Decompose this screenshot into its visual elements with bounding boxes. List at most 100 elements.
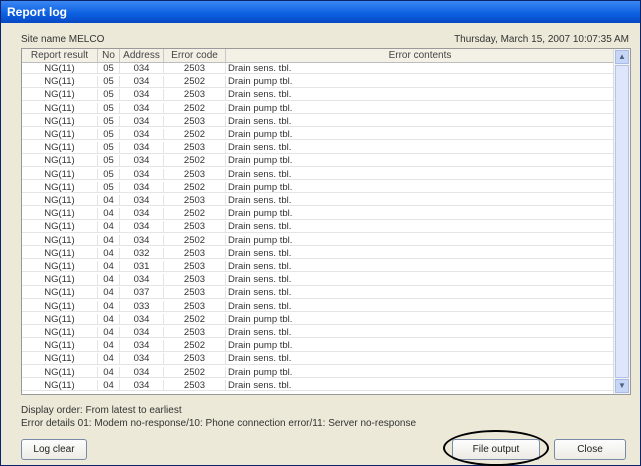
table-row[interactable]: NG(11) 04 034 2503 Drain sens. tbl. [22, 353, 614, 365]
table-row[interactable]: NG(11) 04 034 2503 Drain sens. tbl. [22, 274, 614, 286]
cell-error-contents: Drain pump tbl. [228, 313, 293, 325]
table-row[interactable]: NG(11) 05 034 2502 Drain pump tbl. [22, 155, 614, 167]
title-bar: Report log [1, 1, 640, 23]
chevron-up-icon[interactable]: ▲ [615, 50, 629, 64]
cell-no: 05 [98, 102, 120, 114]
cell-no: 05 [98, 76, 120, 88]
cell-address: 034 [120, 168, 164, 180]
cell-address: 034 [120, 195, 164, 206]
cell-error-code: 2502 [164, 76, 226, 88]
close-button[interactable]: Close [554, 439, 626, 460]
table-row[interactable]: NG(11) 05 034 2502 Drain pump tbl. [22, 129, 614, 141]
cell-no: 05 [98, 129, 120, 140]
cell-address: 034 [120, 313, 164, 325]
cell-error-contents: Drain sens. tbl. [228, 327, 292, 338]
table-row[interactable]: NG(11) 05 034 2503 Drain sens. tbl. [22, 115, 614, 128]
cell-report-result: NG(11) [22, 274, 98, 286]
cell-error-contents: Drain sens. tbl. [228, 221, 292, 233]
cell-no: 04 [98, 340, 120, 352]
table-row[interactable]: NG(11) 04 033 2503 Drain sens. tbl. [22, 300, 614, 312]
report-datetime: Thursday, March 15, 2007 10:07:35 AM [454, 34, 629, 45]
cell-report-result: NG(11) [22, 234, 98, 246]
cell-report-result: NG(11) [22, 76, 98, 88]
cell-no: 04 [98, 353, 120, 365]
cell-error-code: 2503 [164, 247, 226, 259]
table-body: NG(11) 05 034 2503 Drain sens. tbl. NG(11) 05 0… [22, 63, 614, 394]
table-row[interactable]: NG(11) 04 034 2502 Drain pump tbl. [22, 208, 614, 220]
cell-error-contents: Drain pump tbl. [228, 366, 293, 378]
cell-error-code: 2503 [164, 300, 226, 312]
table-row[interactable]: NG(11) 04 034 2503 Drain sens. tbl. [22, 221, 614, 233]
cell-error-code: 2502 [164, 129, 226, 140]
report-log-table[interactable]: Report result No Address Error code Erro… [21, 48, 631, 395]
scroll-thumb[interactable] [615, 65, 629, 378]
table-header: Report result No Address Error code Erro… [22, 49, 614, 63]
table-row[interactable]: NG(11) 05 034 2503 Drain sens. tbl. [22, 89, 614, 101]
cell-no: 04 [98, 287, 120, 299]
column-header-no: No [98, 49, 120, 62]
cell-report-result: NG(11) [22, 327, 98, 338]
table-row[interactable]: NG(11) 04 034 2502 Drain pump tbl. [22, 234, 614, 246]
cell-report-result: NG(11) [22, 261, 98, 272]
vertical-scrollbar[interactable]: ▲ ▼ [613, 49, 630, 394]
cell-error-code: 2502 [164, 208, 226, 220]
cell-report-result: NG(11) [22, 287, 98, 299]
window-title: Report log [7, 5, 67, 19]
cell-address: 034 [120, 142, 164, 154]
cell-error-contents: Drain sens. tbl. [228, 300, 292, 312]
cell-report-result: NG(11) [22, 208, 98, 220]
cell-error-contents: Drain sens. tbl. [228, 195, 292, 206]
cell-no: 05 [98, 115, 120, 127]
table-row[interactable]: NG(11) 04 034 2503 Drain sens. tbl. [22, 327, 614, 339]
cell-report-result: NG(11) [22, 129, 98, 140]
table-row[interactable]: NG(11) 05 034 2502 Drain pump tbl. [22, 76, 614, 88]
table-row[interactable]: NG(11) 04 034 2502 Drain pump tbl. [22, 340, 614, 352]
cell-error-contents: Drain pump tbl. [228, 129, 293, 140]
cell-report-result: NG(11) [22, 366, 98, 378]
table-row[interactable]: NG(11) 05 034 2502 Drain pump tbl. [22, 102, 614, 114]
column-header-error-code: Error code [164, 49, 226, 62]
table-row[interactable]: NG(11) 05 034 2503 Drain sens. tbl. [22, 63, 614, 75]
cell-no: 04 [98, 300, 120, 312]
cell-no: 04 [98, 274, 120, 286]
cell-no: 05 [98, 89, 120, 101]
cell-error-contents: Drain sens. tbl. [228, 353, 292, 365]
table-row[interactable]: NG(11) 05 034 2503 Drain sens. tbl. [22, 168, 614, 180]
cell-error-contents: Drain pump tbl. [228, 340, 293, 352]
cell-error-contents: Drain sens. tbl. [228, 89, 292, 101]
table-row[interactable]: NG(11) 04 031 2503 Drain sens. tbl. [22, 261, 614, 273]
highlight-annotation [443, 430, 549, 466]
cell-error-code: 2503 [164, 221, 226, 233]
cell-error-contents: Drain pump tbl. [228, 102, 293, 114]
cell-address: 034 [120, 208, 164, 220]
table-row[interactable]: NG(11) 04 034 2503 Drain sens. tbl. [22, 195, 614, 207]
site-name: Site name MELCO [21, 34, 105, 45]
cell-report-result: NG(11) [22, 142, 98, 154]
cell-error-code: 2503 [164, 115, 226, 127]
table-row[interactable]: NG(11) 04 037 2503 Drain sens. tbl. [22, 287, 614, 299]
cell-no: 04 [98, 379, 120, 391]
table-row[interactable]: NG(11) 04 032 2503 Drain sens. tbl. [22, 247, 614, 260]
cell-error-code: 2502 [164, 181, 226, 193]
cell-address: 034 [120, 234, 164, 246]
table-row[interactable]: NG(11) 05 034 2502 Drain pump tbl. [22, 181, 614, 194]
error-details-note: Error details 01: Modem no-response/10: … [21, 418, 417, 429]
cell-report-result: NG(11) [22, 300, 98, 312]
cell-error-contents: Drain pump tbl. [228, 208, 293, 220]
cell-error-contents: Drain pump tbl. [228, 234, 293, 246]
cell-report-result: NG(11) [22, 379, 98, 391]
cell-address: 034 [120, 89, 164, 101]
cell-error-contents: Drain sens. tbl. [228, 168, 292, 180]
cell-report-result: NG(11) [22, 221, 98, 233]
cell-error-contents: Drain sens. tbl. [228, 287, 292, 299]
table-row[interactable]: NG(11) 05 034 2503 Drain sens. tbl. [22, 142, 614, 154]
chevron-down-icon[interactable]: ▼ [615, 379, 629, 393]
cell-error-contents: Drain sens. tbl. [228, 274, 292, 286]
cell-error-contents: Drain sens. tbl. [228, 63, 292, 74]
cell-error-contents: Drain sens. tbl. [228, 142, 292, 154]
table-row[interactable]: NG(11) 04 034 2503 Drain sens. tbl. [22, 379, 614, 392]
info-bar: Site name MELCO Thursday, March 15, 2007… [21, 34, 629, 46]
table-row[interactable]: NG(11) 04 034 2502 Drain pump tbl. [22, 366, 614, 378]
table-row[interactable]: NG(11) 04 034 2502 Drain pump tbl. [22, 313, 614, 326]
log-clear-button[interactable]: Log clear [21, 439, 87, 460]
